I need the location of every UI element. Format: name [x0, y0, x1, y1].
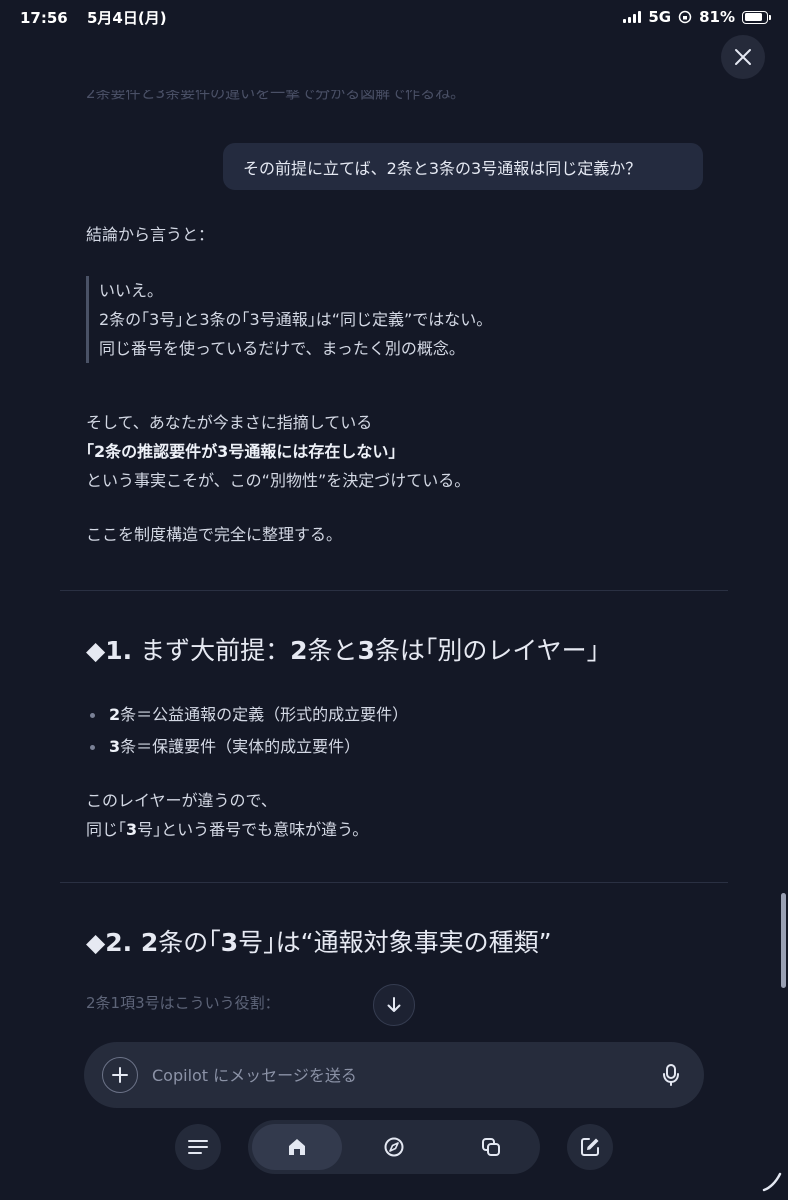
scroll-to-bottom-button[interactable]: [373, 984, 415, 1026]
divider: [60, 590, 728, 591]
pages-icon: [482, 1138, 500, 1156]
heading-marker: ◆2. 2: [86, 928, 159, 957]
menu-button[interactable]: [175, 1124, 221, 1170]
heading-text: 条は｢別のレイヤー｣: [374, 636, 600, 665]
bullet-dot: [90, 744, 95, 750]
heading-number: 3: [357, 636, 375, 665]
list-item: 2 条＝公益通報の定義（形式的成立要件）: [90, 699, 408, 731]
voice-input-button[interactable]: [656, 1060, 686, 1090]
message-input[interactable]: [152, 1065, 656, 1085]
section-1-heading: ◆1. まず大前提：2条と3条は｢別のレイヤー｣: [86, 633, 599, 669]
text: 号｣という番号でも意味が違う。: [137, 820, 369, 839]
bullet-number: 3: [109, 737, 121, 756]
message-composer: [84, 1042, 704, 1108]
answer-intro: 結論から言うと：: [86, 220, 706, 249]
compose-icon: [581, 1138, 599, 1156]
nav-tabs: [248, 1120, 540, 1174]
battery-percent: 81%: [699, 8, 735, 26]
bold-number: 3: [217, 442, 229, 461]
divider: [60, 882, 728, 883]
bold-text: 条の推認要件が: [105, 442, 218, 461]
arrow-down-icon: [387, 997, 401, 1012]
paragraph-line: ｢2条の推認要件が3号通報には存在しない｣: [86, 437, 726, 466]
tab-pages[interactable]: [446, 1124, 536, 1170]
plus-icon: [112, 1067, 128, 1083]
previous-message-fragment: 2条要件と3条要件の違いを一撃で分かる図解で作るね。: [86, 90, 526, 114]
bottom-navigation: [0, 1120, 788, 1176]
heading-number: 2: [290, 636, 308, 665]
quote-line: 同じ番号を使っているだけで、まったく別の概念。: [99, 339, 465, 358]
home-icon: [289, 1139, 305, 1155]
paragraph-line: という事実こそが、この“別物性”を決定づけている。: [86, 471, 471, 490]
close-icon: [735, 49, 751, 65]
section-1-closing: このレイヤーが違うので、 同じ｢3号｣という番号でも意味が違う。: [86, 786, 726, 844]
paragraph-1: そして、あなたが今まさに指摘している ｢2条の推認要件が3号通報には存在しない｣…: [86, 408, 726, 495]
heading-number: 3: [220, 928, 239, 957]
paragraph-2: ここを制度構造で完全に整理する。: [86, 520, 726, 549]
heading-text: まず大前提：: [132, 636, 291, 665]
menu-icon: [188, 1140, 208, 1154]
paragraph-line: そして、あなたが今まさに指摘している: [86, 413, 373, 432]
status-date: 5月4日(月): [86, 8, 167, 27]
paragraph-line: 同じ｢3号｣という番号でも意味が違う。: [86, 815, 726, 844]
battery-icon: [742, 10, 771, 24]
add-attachment-button[interactable]: [102, 1057, 138, 1093]
answer-intro-text: 結論から言うと：: [86, 225, 215, 244]
text: 同じ｢: [86, 820, 127, 839]
bold-number: 2: [94, 442, 106, 461]
microphone-icon: [663, 1064, 679, 1086]
section-2-intro: 2条1項3号はこういう役割：: [86, 994, 280, 1012]
heading-text: 条と: [307, 636, 358, 665]
section-2-heading: ◆2. 2条の｢3号｣は“通報対象事実の種類”: [86, 925, 552, 961]
section-1-bullets: 2 条＝公益通報の定義（形式的成立要件） 3 条＝保護要件（実体的成立要件）: [90, 699, 408, 763]
orientation-lock-icon: [678, 10, 692, 24]
bold-number: 3: [126, 820, 138, 839]
status-right: 5G 81%: [623, 8, 771, 26]
signal-icon: [623, 11, 642, 23]
paragraph-line: ここを制度構造で完全に整理する。: [86, 525, 343, 544]
bracket: ｢: [86, 442, 95, 461]
blockquote: いいえ。 2条の｢3号｣と3条の｢3号通報｣は“同じ定義”ではない。 同じ番号を…: [86, 276, 666, 363]
status-bar: 17:56 5月4日(月) 5G 81%: [0, 0, 788, 34]
tab-home[interactable]: [252, 1124, 342, 1170]
previous-message-text: 2条要件と3条要件の違いを一撃で分かる図解で作るね。: [86, 90, 466, 102]
close-button[interactable]: [721, 35, 765, 79]
heading-text: 号｣は“通報対象事実の種類”: [238, 928, 552, 957]
battery-fill: [744, 13, 762, 21]
bullet-text: 条＝公益通報の定義（形式的成立要件）: [120, 705, 409, 724]
bullet-number: 2: [109, 705, 121, 724]
paragraph-line: このレイヤーが違うので、: [86, 791, 277, 810]
tab-discover[interactable]: [349, 1124, 439, 1170]
status-left: 17:56 5月4日(月): [20, 7, 181, 28]
user-message-text: その前提に立てば、2条と3条の3号通報は同じ定義か？: [243, 158, 642, 178]
quote-line: 2条の｢3号｣と3条の｢3号通報｣は“同じ定義”ではない。: [99, 310, 493, 329]
quote-line: いいえ。: [99, 281, 164, 300]
bullet-text: 条＝保護要件（実体的成立要件）: [120, 737, 361, 756]
scrollbar[interactable]: [781, 893, 786, 988]
status-time: 17:56: [20, 8, 68, 27]
new-chat-button[interactable]: [567, 1124, 613, 1170]
bold-text: 号通報には存在しない｣: [228, 442, 397, 461]
network-label: 5G: [648, 8, 672, 26]
user-message-bubble: その前提に立てば、2条と3条の3号通報は同じ定義か？: [223, 143, 703, 190]
compass-icon: [384, 1137, 404, 1157]
bullet-dot: [90, 712, 95, 718]
list-item: 3 条＝保護要件（実体的成立要件）: [90, 731, 408, 763]
pencil-handle-icon[interactable]: [760, 1170, 784, 1194]
heading-text: 条の｢: [158, 928, 221, 957]
heading-marker: ◆1.: [86, 636, 133, 665]
